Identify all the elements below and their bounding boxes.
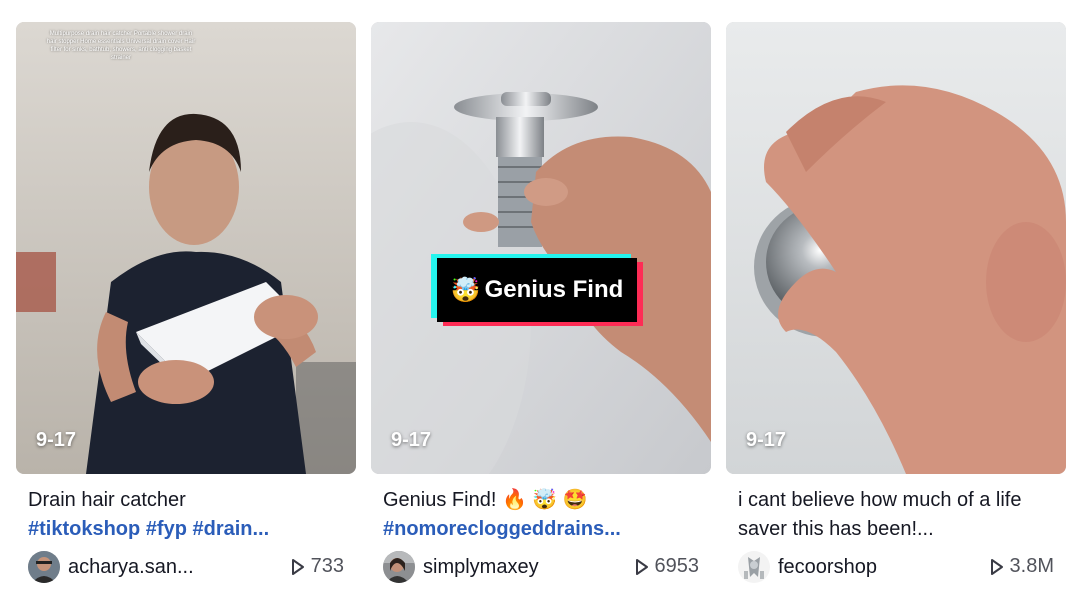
genius-find-badge: 🤯 Genius Find [431, 254, 643, 326]
video-card-3[interactable]: 9-17 i cant believe how much of a life s… [726, 22, 1066, 584]
caption-text: Drain hair catcher [28, 489, 186, 511]
play-icon [635, 558, 648, 575]
play-icon [990, 558, 1003, 575]
exploding-head-icon: 🤯 [450, 276, 481, 304]
author-avatar[interactable] [738, 551, 770, 583]
thumbnail-image-2 [371, 22, 711, 474]
video-date: 9-17 [391, 429, 432, 451]
video-meta-3: fecoorshop 3.8M [738, 550, 1054, 584]
caption-hashtags[interactable]: #nomorecloggeddrains... [383, 515, 699, 544]
caption-text: Genius Find! 🔥 🤯 🤩 [383, 489, 588, 511]
view-count: 733 [291, 555, 344, 578]
video-thumbnail-2[interactable]: 🤯 Genius Find 9-17 [371, 22, 711, 474]
view-count-value: 3.8M [1009, 555, 1054, 577]
video-grid: Multipurpose drain hair catcher Portable… [0, 0, 1080, 604]
video-date: 9-17 [36, 429, 77, 451]
video-meta-2: simplymaxey 6953 [383, 550, 699, 584]
author-name[interactable]: fecoorshop [778, 556, 877, 579]
caption-text: i cant believe how much of a life saver … [738, 489, 1022, 540]
video-thumbnail-1[interactable]: Multipurpose drain hair catcher Portable… [16, 22, 356, 474]
video-date: 9-17 [746, 429, 787, 451]
view-count-value: 6953 [654, 555, 700, 577]
badge-text: Genius Find [484, 276, 624, 303]
video-caption-2[interactable]: Genius Find! 🔥 🤯 🤩 #nomorecloggeddrains.… [383, 486, 699, 544]
video-card-2[interactable]: 🤯 Genius Find 9-17 Genius Find! 🔥 🤯 🤩 #n… [371, 22, 711, 584]
play-icon [291, 558, 304, 575]
video-card-1[interactable]: Multipurpose drain hair catcher Portable… [16, 22, 356, 584]
video-caption-3[interactable]: i cant believe how much of a life saver … [738, 486, 1054, 544]
caption-hashtags[interactable]: #tiktokshop #fyp #drain... [28, 515, 344, 544]
author-avatar[interactable] [28, 551, 60, 583]
thumbnail-overlay-text: Multipurpose drain hair catcher Portable… [46, 31, 196, 61]
video-thumbnail-3[interactable]: 9-17 [726, 22, 1066, 474]
video-caption-1[interactable]: Drain hair catcher #tiktokshop #fyp #dra… [28, 486, 344, 544]
author-name[interactable]: simplymaxey [423, 556, 539, 579]
view-count-value: 733 [310, 555, 344, 577]
thumbnail-image-3 [726, 22, 1066, 474]
video-meta-1: acharya.san... 733 [28, 550, 344, 584]
thumbnail-image-1 [16, 22, 356, 474]
view-count: 3.8M [990, 555, 1054, 578]
author-avatar[interactable] [383, 551, 415, 583]
view-count: 6953 [635, 555, 700, 578]
author-name[interactable]: acharya.san... [68, 556, 194, 579]
